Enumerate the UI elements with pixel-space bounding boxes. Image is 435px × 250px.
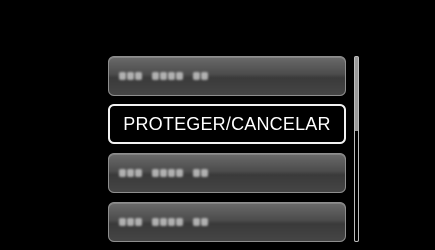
menu-item-4-obscured-label xyxy=(119,216,209,228)
menu-item-protect-cancel-label: PROTEGER/CANCELAR xyxy=(123,113,331,134)
menu-item-3-obscured-label xyxy=(119,167,209,179)
menu-item-protect-cancel[interactable]: PROTEGER/CANCELAR xyxy=(108,104,346,144)
menu-item-3[interactable] xyxy=(108,153,346,193)
menu-item-1[interactable] xyxy=(108,56,346,96)
menu-scrollbar[interactable] xyxy=(354,56,359,242)
menu-item-1-obscured-label xyxy=(119,70,209,82)
menu-item-4[interactable] xyxy=(108,202,346,242)
camera-menu-screen: PROTEGER/CANCELAR xyxy=(0,0,435,250)
menu-scrollbar-thumb[interactable] xyxy=(355,57,358,131)
